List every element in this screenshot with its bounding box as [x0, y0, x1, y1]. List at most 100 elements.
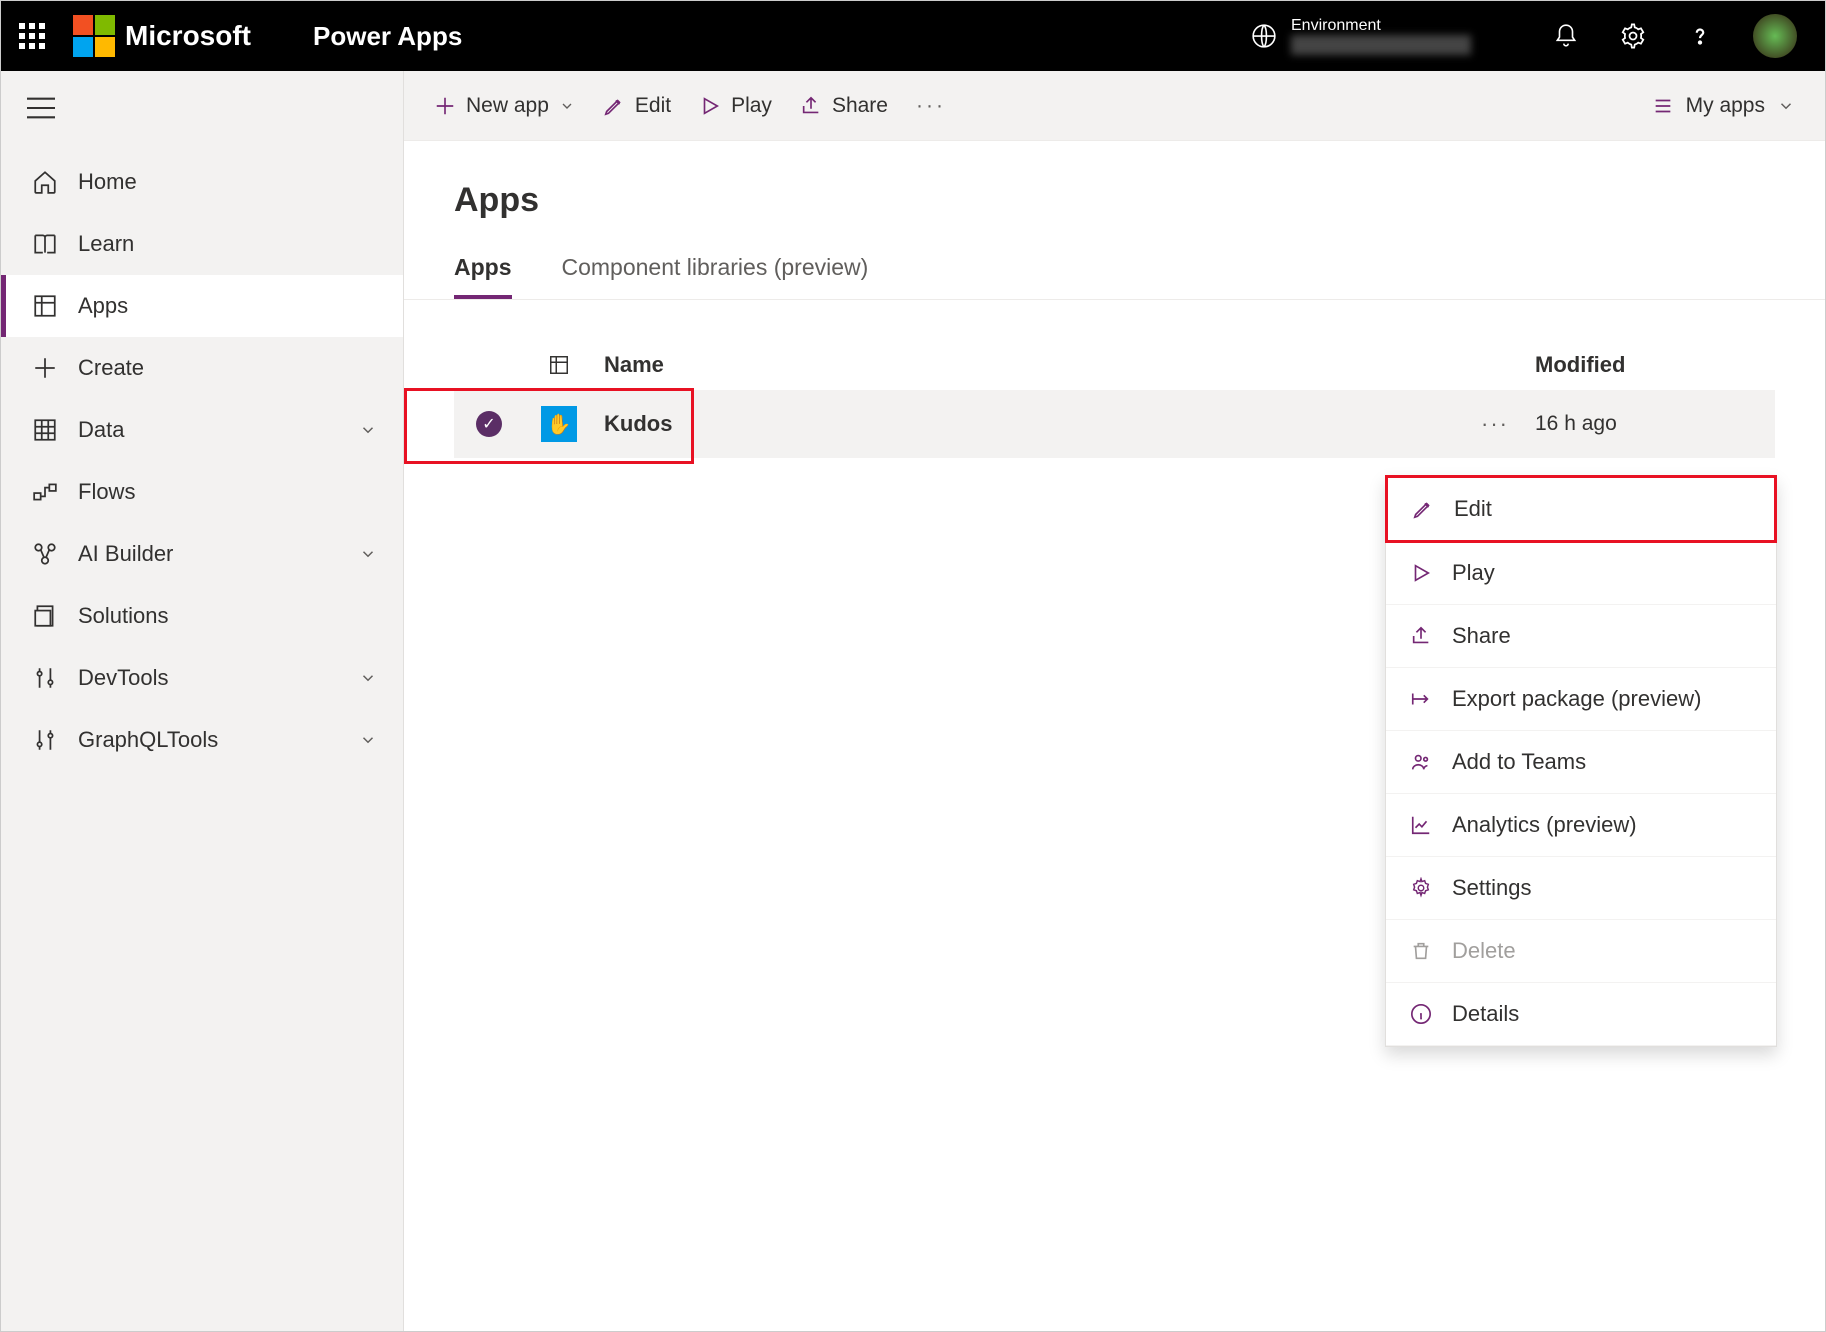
sidebar-item-label: AI Builder [78, 541, 173, 567]
list-icon [1652, 95, 1674, 117]
ctx-analytics[interactable]: Analytics (preview) [1386, 794, 1776, 857]
ctx-edit[interactable]: Edit [1385, 475, 1777, 543]
sidebar-item-label: Create [78, 355, 144, 381]
environment-label: Environment [1291, 17, 1471, 35]
chevron-down-icon [1777, 97, 1795, 115]
command-bar: New app Edit Play Share ··· My apps [404, 71, 1825, 141]
sidebar-item-data[interactable]: Data [1, 399, 403, 461]
ctx-teams[interactable]: Add to Teams [1386, 731, 1776, 794]
notifications-icon[interactable] [1553, 23, 1579, 49]
sidebar-item-label: Solutions [78, 603, 169, 629]
play-icon [1408, 562, 1434, 584]
help-icon[interactable] [1687, 23, 1713, 49]
view-label: My apps [1686, 94, 1765, 118]
chevron-down-icon [359, 421, 377, 439]
microsoft-logo[interactable]: Microsoft [73, 15, 251, 57]
chevron-down-icon [359, 545, 377, 563]
main-content: New app Edit Play Share ··· My apps Apps… [404, 71, 1825, 1331]
share-icon [1408, 625, 1434, 647]
export-icon [1408, 688, 1434, 710]
view-selector[interactable]: My apps [1652, 94, 1795, 118]
app-launcher-icon[interactable] [19, 23, 45, 49]
sidebar-item-label: Flows [78, 479, 135, 505]
sidebar-item-graphqltools[interactable]: GraphQLTools [1, 709, 403, 771]
trash-icon [1408, 940, 1434, 962]
chevron-down-icon [559, 98, 575, 114]
play-icon [699, 95, 721, 117]
sidebar-item-label: Learn [78, 231, 134, 257]
ctx-label: Edit [1454, 496, 1492, 522]
apps-table: Name Modified ✓ ✋ Kudos ··· 16 h ago Edi… [404, 300, 1825, 458]
pencil-icon [1410, 498, 1436, 520]
app-type-icon [524, 354, 594, 376]
plus-icon [434, 95, 456, 117]
hamburger-icon[interactable] [1, 83, 403, 133]
share-button[interactable]: Share [800, 94, 888, 118]
ctx-label: Export package (preview) [1452, 686, 1701, 712]
tabs: Apps Component libraries (preview) [404, 240, 1825, 300]
app-icon: ✋ [541, 406, 577, 442]
chevron-down-icon [359, 669, 377, 687]
overflow-button[interactable]: ··· [916, 94, 946, 118]
sidebar-item-label: Home [78, 169, 137, 195]
sidebar-item-apps[interactable]: Apps [1, 275, 403, 337]
brand-text: Microsoft [125, 20, 251, 52]
teams-icon [1408, 751, 1434, 773]
ctx-label: Share [1452, 623, 1511, 649]
cmd-label: Play [731, 94, 772, 118]
chevron-down-icon [359, 731, 377, 749]
environment-picker[interactable]: Environment [1251, 17, 1471, 55]
row-more-button[interactable]: ··· [1455, 411, 1535, 437]
sidebar-item-ai-builder[interactable]: AI Builder [1, 523, 403, 585]
cmd-label: Share [832, 94, 888, 118]
product-name: Power Apps [313, 21, 462, 52]
sidebar-item-devtools[interactable]: DevTools [1, 647, 403, 709]
table-header: Name Modified [454, 340, 1775, 390]
ctx-label: Settings [1452, 875, 1532, 901]
new-app-button[interactable]: New app [434, 94, 575, 118]
ctx-delete: Delete [1386, 920, 1776, 983]
play-button[interactable]: Play [699, 94, 772, 118]
col-header-modified[interactable]: Modified [1535, 352, 1775, 378]
ctx-share[interactable]: Share [1386, 605, 1776, 668]
sidebar: Home Learn Apps Create Data Flows AI Bui… [1, 71, 404, 1331]
info-icon [1408, 1003, 1434, 1025]
analytics-icon [1408, 814, 1434, 836]
cmd-label: Edit [635, 94, 671, 118]
sidebar-item-label: Apps [78, 293, 128, 319]
ctx-label: Add to Teams [1452, 749, 1586, 775]
ctx-details[interactable]: Details [1386, 983, 1776, 1046]
top-bar: Microsoft Power Apps Environment [1, 1, 1825, 71]
sidebar-item-create[interactable]: Create [1, 337, 403, 399]
cmd-label: New app [466, 94, 549, 118]
sidebar-item-home[interactable]: Home [1, 151, 403, 213]
sidebar-item-label: Data [78, 417, 124, 443]
ctx-label: Delete [1452, 938, 1516, 964]
sidebar-item-label: DevTools [78, 665, 168, 691]
settings-icon[interactable] [1619, 22, 1647, 50]
avatar[interactable] [1753, 14, 1797, 58]
app-modified: 16 h ago [1535, 412, 1775, 436]
sidebar-item-label: GraphQLTools [78, 727, 218, 753]
sidebar-item-flows[interactable]: Flows [1, 461, 403, 523]
context-menu: Edit Play Share Export package (preview)… [1385, 475, 1777, 1047]
share-icon [800, 95, 822, 117]
app-name[interactable]: Kudos [594, 411, 1455, 437]
ctx-play[interactable]: Play [1386, 542, 1776, 605]
tab-component-libraries[interactable]: Component libraries (preview) [562, 240, 869, 299]
globe-icon [1251, 23, 1277, 49]
sidebar-item-solutions[interactable]: Solutions [1, 585, 403, 647]
sidebar-item-learn[interactable]: Learn [1, 213, 403, 275]
edit-button[interactable]: Edit [603, 94, 671, 118]
environment-value [1291, 35, 1471, 55]
table-row[interactable]: ✓ ✋ Kudos ··· 16 h ago [454, 390, 1775, 458]
col-header-name[interactable]: Name [594, 352, 1455, 378]
pencil-icon [603, 95, 625, 117]
ctx-export[interactable]: Export package (preview) [1386, 668, 1776, 731]
gear-icon [1408, 877, 1434, 899]
checkmark-icon[interactable]: ✓ [476, 411, 502, 437]
tab-apps[interactable]: Apps [454, 240, 512, 299]
ctx-settings[interactable]: Settings [1386, 857, 1776, 920]
ctx-label: Details [1452, 1001, 1519, 1027]
page-title: Apps [404, 141, 1825, 240]
